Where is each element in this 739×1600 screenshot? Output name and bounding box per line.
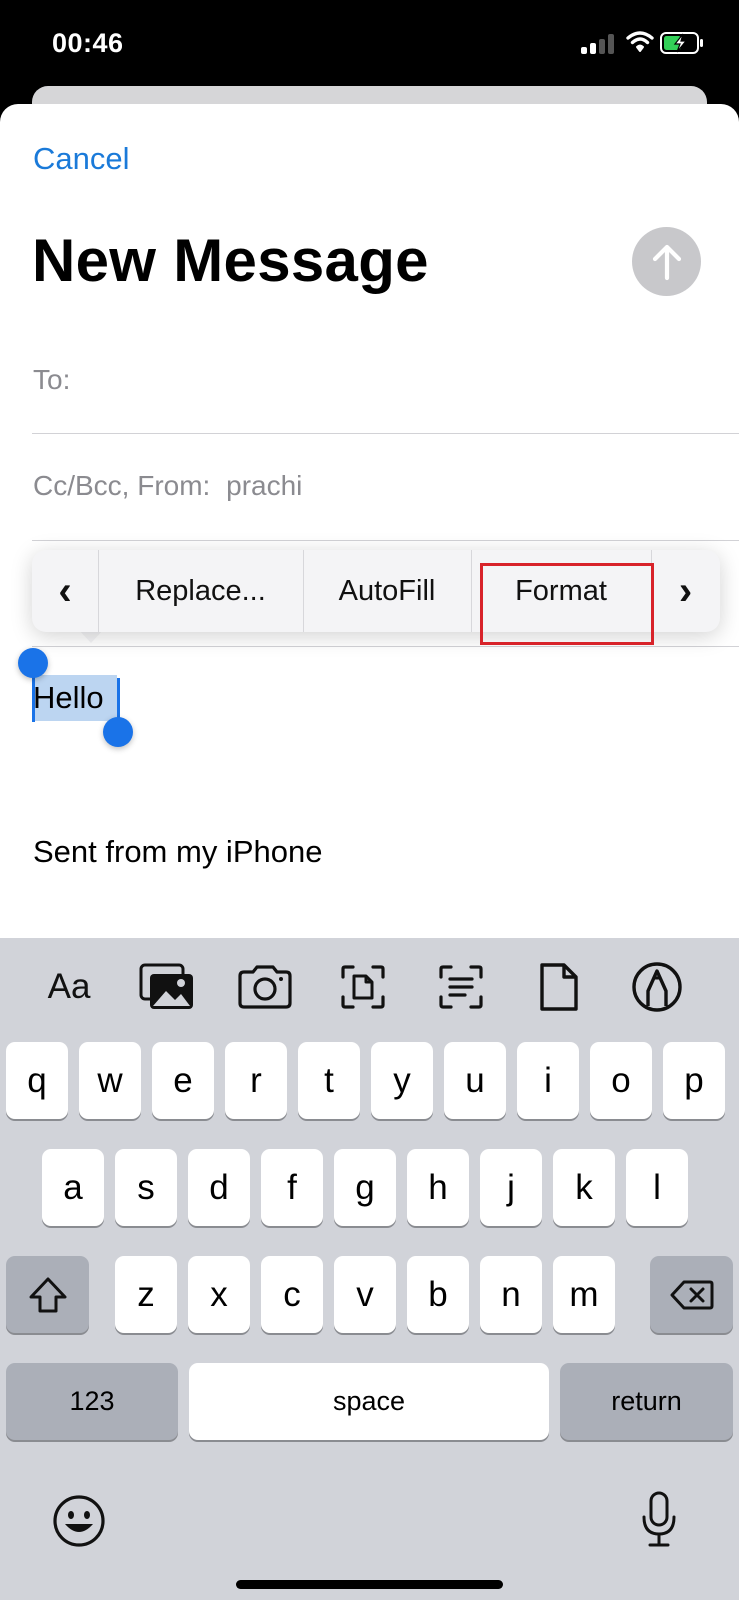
text-format-button[interactable]: Aa xyxy=(40,958,98,1016)
cancel-button[interactable]: Cancel xyxy=(33,141,130,177)
scan-text-icon xyxy=(439,965,483,1009)
format-highlight-annotation xyxy=(480,563,654,645)
edit-menu-replace[interactable]: Replace... xyxy=(98,550,303,632)
cc-bcc-from-field[interactable]: Cc/Bcc, From: prachi xyxy=(33,470,302,502)
divider xyxy=(32,540,739,541)
wifi-icon xyxy=(626,31,654,52)
key-l[interactable]: l xyxy=(626,1149,688,1226)
page-title: New Message xyxy=(32,227,429,294)
key-f[interactable]: f xyxy=(261,1149,323,1226)
markup-button[interactable] xyxy=(628,958,686,1016)
emoji-button[interactable] xyxy=(50,1492,108,1550)
camera-icon xyxy=(238,965,292,1009)
scan-document-icon xyxy=(341,965,385,1009)
dictation-button[interactable] xyxy=(634,1488,684,1552)
key-r[interactable]: r xyxy=(225,1042,287,1119)
send-button[interactable] xyxy=(632,227,701,296)
space-key[interactable]: space xyxy=(189,1363,549,1440)
key-q[interactable]: q xyxy=(6,1042,68,1119)
key-m[interactable]: m xyxy=(553,1256,615,1333)
selection-end-handle[interactable] xyxy=(103,717,133,747)
key-h[interactable]: h xyxy=(407,1149,469,1226)
key-w[interactable]: w xyxy=(79,1042,141,1119)
chevron-left-icon: ‹ xyxy=(58,568,72,613)
key-z[interactable]: z xyxy=(115,1256,177,1333)
backspace-icon xyxy=(670,1280,713,1309)
key-c[interactable]: c xyxy=(261,1256,323,1333)
shift-icon xyxy=(29,1277,66,1312)
key-x[interactable]: x xyxy=(188,1256,250,1333)
emoji-icon xyxy=(53,1495,105,1547)
divider xyxy=(32,646,739,647)
email-signature[interactable]: Sent from my iPhone xyxy=(33,834,322,870)
shift-key[interactable] xyxy=(6,1256,89,1333)
cc-bcc-from-label: Cc/Bcc, From: xyxy=(33,470,211,501)
edit-menu-autofill[interactable]: AutoFill xyxy=(303,550,471,632)
camera-button[interactable] xyxy=(236,958,294,1016)
key-g[interactable]: g xyxy=(334,1149,396,1226)
attach-file-button[interactable] xyxy=(530,958,588,1016)
key-k[interactable]: k xyxy=(553,1149,615,1226)
key-t[interactable]: t xyxy=(298,1042,360,1119)
key-v[interactable]: v xyxy=(334,1256,396,1333)
status-time: 00:46 xyxy=(52,28,124,58)
photo-library-icon xyxy=(139,963,193,1009)
scan-text-button[interactable] xyxy=(432,958,490,1016)
key-u[interactable]: u xyxy=(444,1042,506,1119)
photo-library-button[interactable] xyxy=(138,958,196,1016)
battery-charging-icon xyxy=(660,32,703,54)
return-key[interactable]: return xyxy=(560,1363,733,1440)
key-d[interactable]: d xyxy=(188,1149,250,1226)
from-value: prachi xyxy=(226,470,303,501)
to-field-label[interactable]: To: xyxy=(33,364,70,396)
message-body-text[interactable]: Hello xyxy=(33,680,104,716)
edit-menu-previous-button[interactable]: ‹ xyxy=(32,550,98,632)
markup-icon xyxy=(632,962,682,1012)
chevron-right-icon: › xyxy=(678,568,693,613)
key-i[interactable]: i xyxy=(517,1042,579,1119)
key-e[interactable]: e xyxy=(152,1042,214,1119)
delete-key[interactable] xyxy=(650,1256,733,1333)
selection-start-handle[interactable] xyxy=(18,648,48,678)
status-bar: 00:46 xyxy=(0,0,739,90)
key-b[interactable]: b xyxy=(407,1256,469,1333)
key-p[interactable]: p xyxy=(663,1042,725,1119)
arrow-up-icon xyxy=(652,244,681,280)
text-format-icon: Aa xyxy=(47,967,91,1006)
numbers-key[interactable]: 123 xyxy=(6,1363,178,1440)
divider xyxy=(32,433,739,434)
edit-menu-next-button[interactable]: › xyxy=(651,550,720,632)
key-j[interactable]: j xyxy=(480,1149,542,1226)
key-s[interactable]: s xyxy=(115,1149,177,1226)
key-o[interactable]: o xyxy=(590,1042,652,1119)
microphone-icon xyxy=(642,1491,676,1547)
scan-document-button[interactable] xyxy=(334,958,392,1016)
home-indicator xyxy=(236,1580,503,1589)
attach-file-icon xyxy=(540,963,578,1011)
cellular-signal-icon xyxy=(581,34,617,54)
key-n[interactable]: n xyxy=(480,1256,542,1333)
key-a[interactable]: a xyxy=(42,1149,104,1226)
key-y[interactable]: y xyxy=(371,1042,433,1119)
